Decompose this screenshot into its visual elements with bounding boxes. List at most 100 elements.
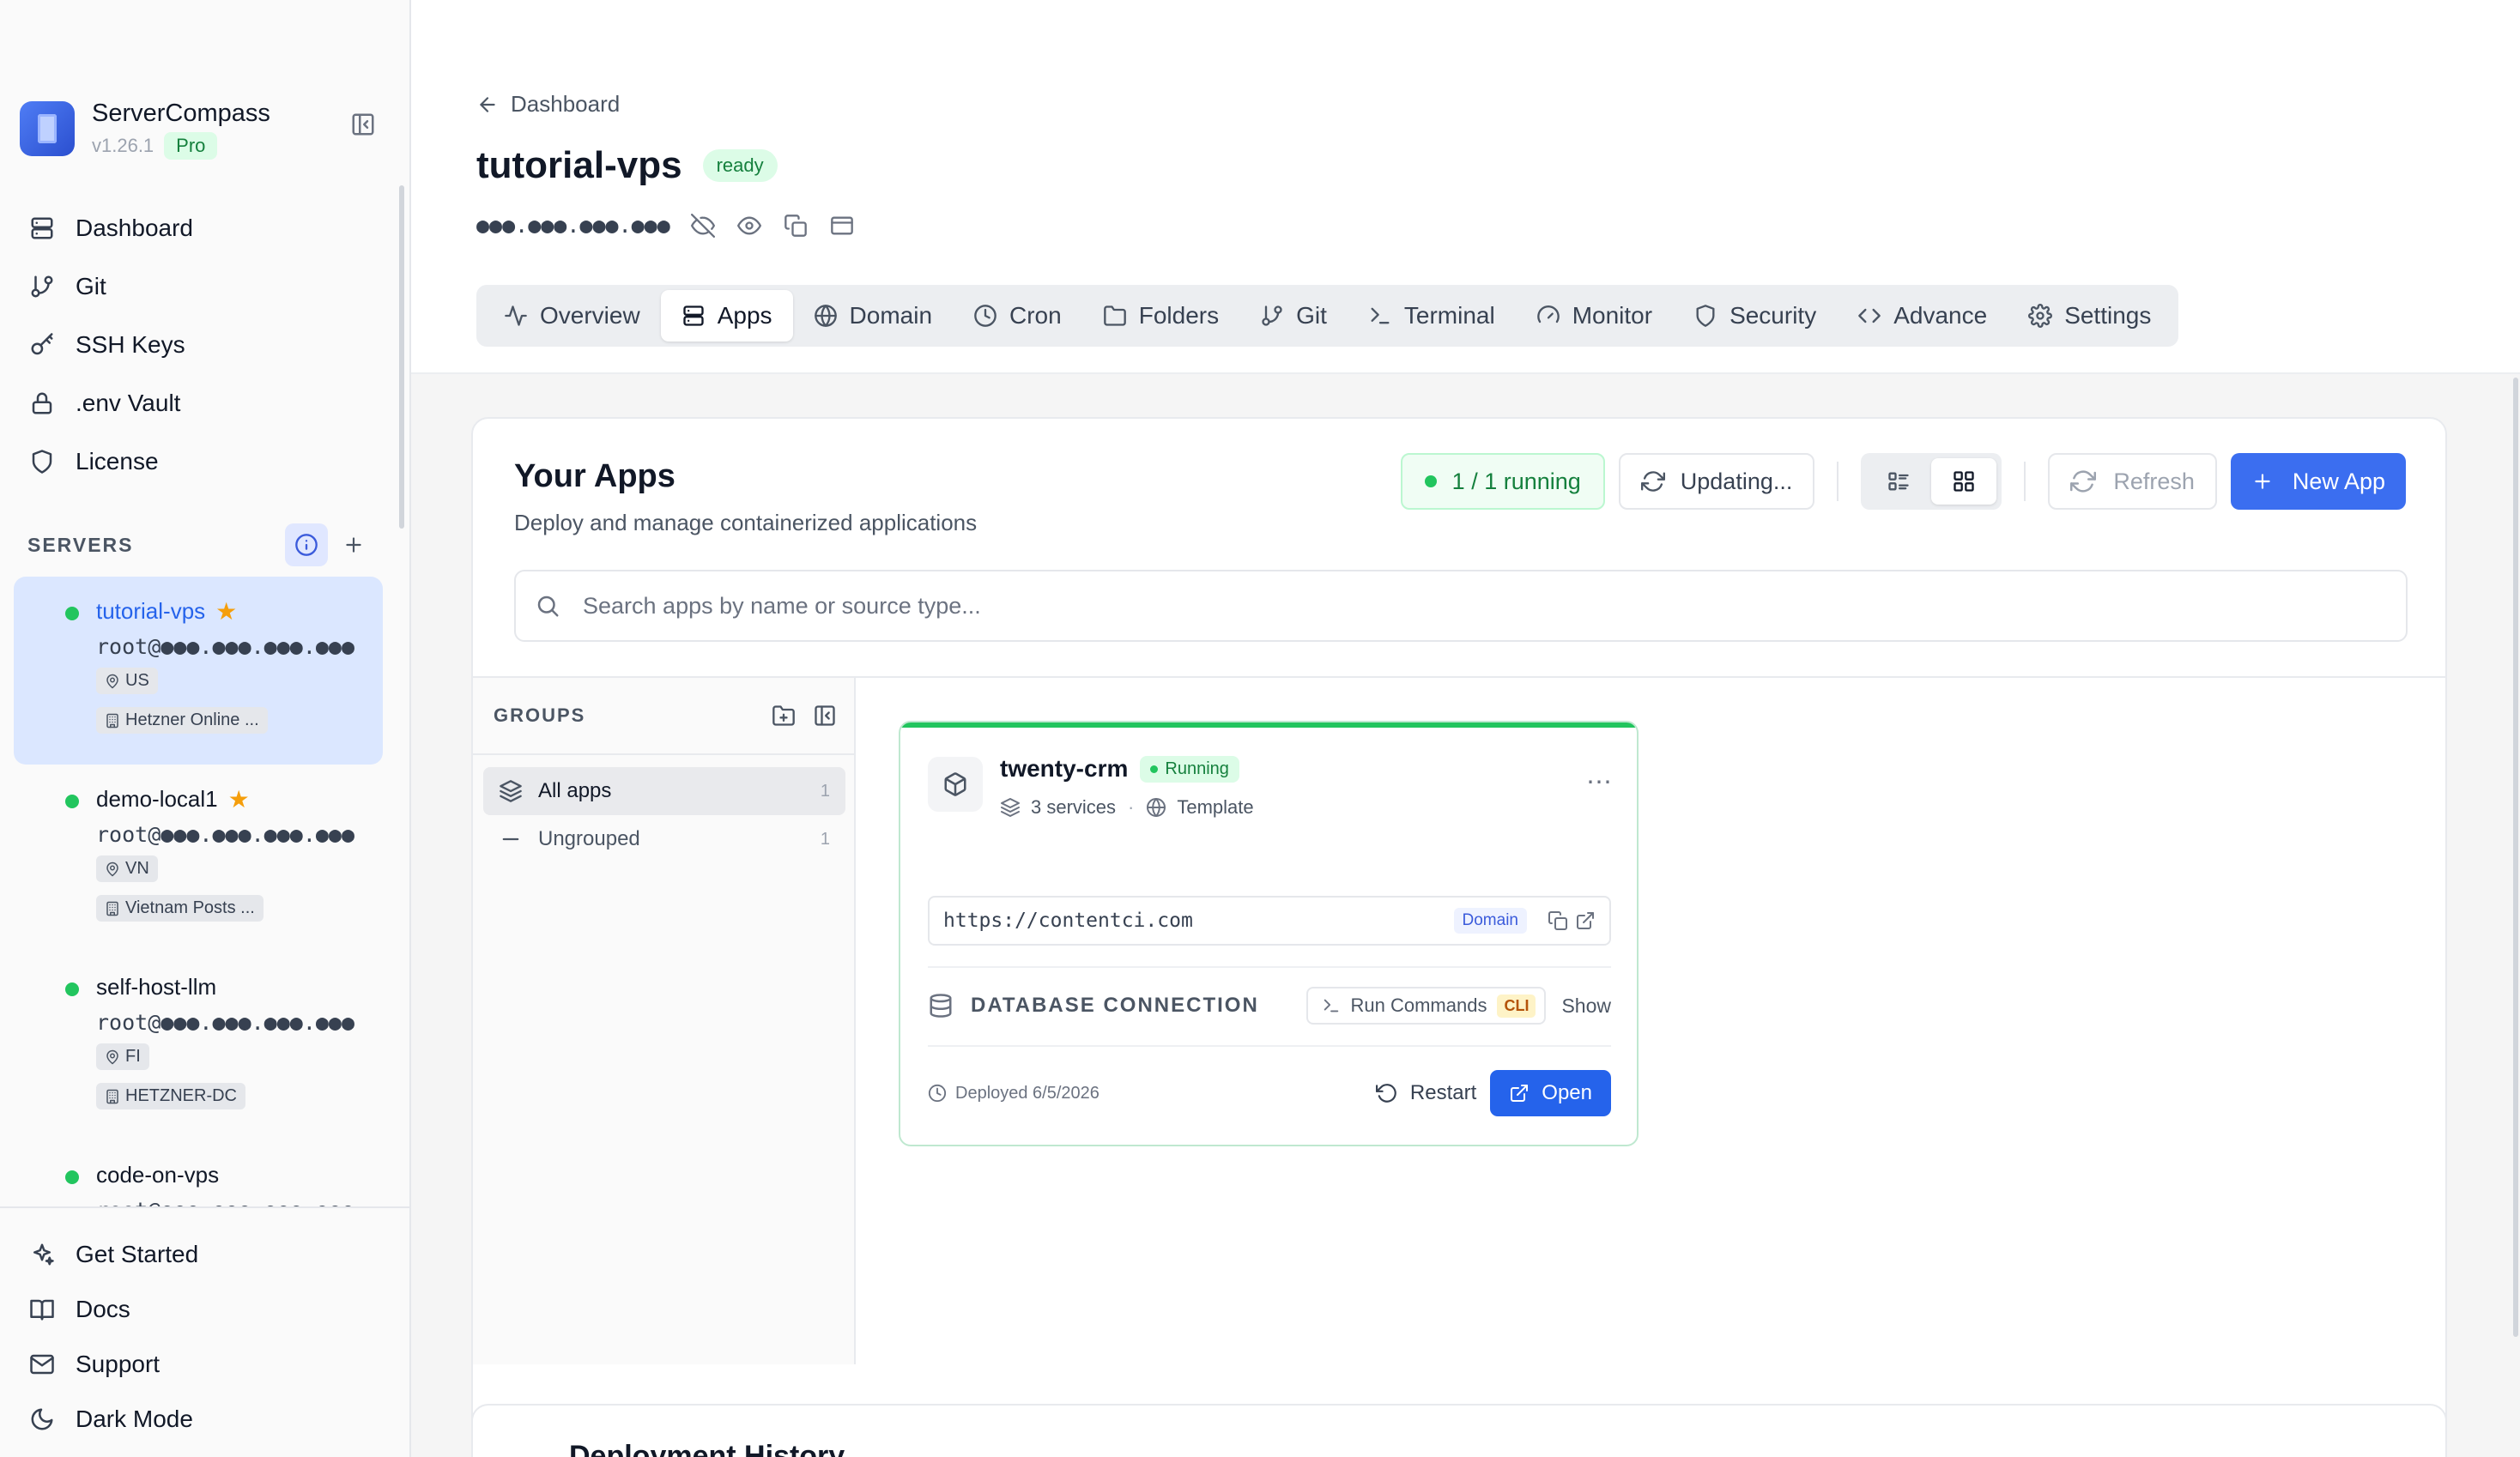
group-all-apps[interactable]: All apps 1: [483, 767, 845, 815]
tab-label: Domain: [849, 302, 933, 329]
server-name: demo-local1: [96, 785, 218, 812]
tab-apps[interactable]: Apps: [660, 290, 793, 342]
folder-plus-icon[interactable]: [772, 704, 796, 728]
grid-view-button[interactable]: [1931, 458, 1997, 505]
browser-window-icon[interactable]: [830, 214, 854, 238]
eye-icon[interactable]: [736, 214, 761, 238]
globe-icon: [814, 305, 837, 327]
info-icon: [295, 534, 318, 556]
sidebar-collapse-button[interactable]: [350, 112, 376, 137]
tab-settings[interactable]: Settings: [2008, 290, 2172, 342]
show-button[interactable]: Show: [1561, 995, 1611, 1018]
ip-address: ●●●.●●●.●●●.●●●: [476, 213, 670, 238]
restart-label: Restart: [1409, 1081, 1477, 1104]
tab-domain[interactable]: Domain: [793, 290, 953, 342]
meta-separator: ·: [1128, 796, 1135, 818]
nav-license[interactable]: License: [29, 432, 193, 491]
panel-collapse-icon: [352, 113, 374, 136]
group-count: 1: [820, 829, 830, 849]
moon-icon: [29, 1406, 58, 1432]
search-input[interactable]: [583, 592, 2406, 620]
lock-icon: [29, 390, 58, 416]
restart-button[interactable]: Restart: [1375, 1081, 1477, 1105]
tab-advance[interactable]: Advance: [1837, 290, 2008, 342]
new-app-label: New App: [2292, 468, 2385, 494]
tab-security[interactable]: Security: [1673, 290, 1837, 342]
panel-collapse-icon[interactable]: [813, 704, 837, 728]
open-button[interactable]: Open: [1490, 1070, 1611, 1116]
servers-heading: SERVERS: [27, 533, 134, 556]
eye-off-icon[interactable]: [690, 213, 715, 238]
status-badge: ready: [702, 149, 778, 182]
server-item-self-host-llm[interactable]: self-host-llm root@●●●.●●●.●●●.●●● FI HE…: [14, 952, 383, 1140]
deployed-label: Deployed 6/5/2026: [955, 1083, 1099, 1103]
terminal-icon: [1371, 307, 1390, 324]
server-item-tutorial-vps[interactable]: tutorial-vps ★ root@●●●.●●●.●●●.●●● US He…: [14, 577, 383, 765]
region-tag: US: [96, 668, 158, 694]
tab-label: Cron: [1009, 302, 1062, 329]
star-icon[interactable]: ★: [228, 785, 250, 813]
status-dot: [65, 1170, 79, 1184]
nav-dark-mode[interactable]: Dark Mode: [29, 1392, 409, 1447]
building-icon: [106, 1089, 118, 1103]
external-link-icon: [1511, 1085, 1529, 1102]
app-meta: 3 services · Template: [1000, 796, 1254, 819]
region-tag: FI: [96, 1043, 149, 1070]
group-label: Ungrouped: [538, 827, 640, 850]
status-dot: [65, 607, 79, 620]
copy-icon[interactable]: [784, 214, 808, 238]
server-name: code-on-vps: [96, 1161, 220, 1188]
building-icon: [106, 713, 118, 728]
server-stack-icon: [683, 305, 704, 326]
main-scrollbar[interactable]: [2513, 378, 2518, 1337]
servers-info-button[interactable]: [285, 523, 328, 566]
star-icon[interactable]: ★: [215, 597, 237, 626]
app-url[interactable]: https://contentci.com: [943, 910, 1454, 932]
region-label: FI: [125, 1047, 141, 1066]
clock-icon: [974, 305, 996, 327]
list-view-button[interactable]: [1866, 458, 1931, 505]
status-badge: Running: [1140, 755, 1239, 783]
app-search: [514, 570, 2408, 642]
add-server-button[interactable]: [336, 528, 371, 562]
tab-folders[interactable]: Folders: [1082, 290, 1239, 342]
rotate-ccw-icon: [1375, 1084, 1396, 1103]
run-commands-button[interactable]: Run Commands CLI: [1305, 987, 1547, 1025]
divider: [1837, 462, 1839, 501]
refresh-button[interactable]: Refresh: [2048, 453, 2217, 510]
new-app-button[interactable]: New App: [2230, 453, 2406, 510]
tab-terminal[interactable]: Terminal: [1348, 290, 1516, 342]
gauge-icon: [1536, 305, 1560, 323]
app-card-footer: Deployed 6/5/2026 Restart Open: [928, 1069, 1611, 1117]
external-link-icon[interactable]: [1575, 910, 1596, 931]
server-name: tutorial-vps: [96, 597, 206, 624]
copy-icon[interactable]: [1548, 910, 1568, 931]
app-name[interactable]: twenty-crm: [1000, 755, 1128, 783]
server-stack-icon: [29, 215, 58, 241]
more-options-icon[interactable]: ⋯: [1586, 767, 1613, 797]
nav-get-started[interactable]: Get Started: [29, 1227, 409, 1282]
tab-git[interactable]: Git: [1239, 290, 1348, 342]
nav-ssh-keys[interactable]: SSH Keys: [29, 316, 193, 374]
folder-icon: [1103, 305, 1126, 326]
updating-button[interactable]: Updating...: [1618, 453, 1815, 510]
nav-env-vault[interactable]: .env Vault: [29, 374, 193, 432]
nav-support[interactable]: Support: [29, 1337, 409, 1392]
status-dot: [65, 795, 79, 808]
nav-docs[interactable]: Docs: [29, 1282, 409, 1337]
nav-dashboard[interactable]: Dashboard: [29, 199, 193, 257]
services-count: 3 services: [1031, 796, 1117, 818]
plus-icon: [2255, 474, 2270, 489]
back-link[interactable]: Dashboard: [476, 91, 620, 118]
cli-badge: CLI: [1497, 994, 1536, 1018]
tab-overview[interactable]: Overview: [483, 290, 661, 342]
tab-monitor[interactable]: Monitor: [1516, 290, 1673, 342]
group-ungrouped[interactable]: Ungrouped 1: [483, 815, 845, 863]
tab-cron[interactable]: Cron: [953, 290, 1082, 342]
layers-icon: [500, 780, 522, 802]
nav-git[interactable]: Git: [29, 257, 193, 316]
updating-label: Updating...: [1680, 468, 1793, 494]
region-label: VN: [125, 859, 149, 878]
server-item-demo-local1[interactable]: demo-local1 ★ root@●●●.●●●.●●●.●●● VN Vie…: [14, 765, 383, 952]
sidebar-scrollbar[interactable]: [399, 185, 404, 529]
